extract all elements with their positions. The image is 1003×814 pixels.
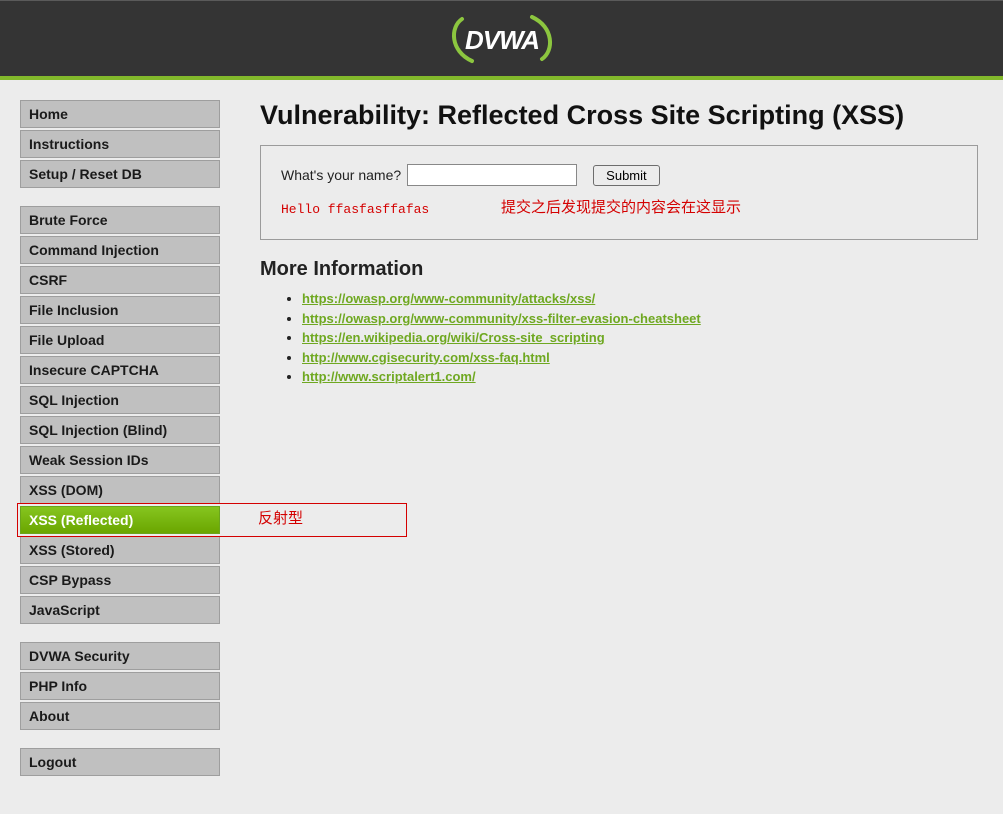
info-links: https://owasp.org/www-community/attacks/…: [260, 289, 978, 387]
sidebar-item-xss-dom[interactable]: XSS (DOM): [20, 476, 220, 504]
sidebar-item-sql-injection-blind[interactable]: SQL Injection (Blind): [20, 416, 220, 444]
sidebar-item-file-upload[interactable]: File Upload: [20, 326, 220, 354]
sidebar-item-brute-force[interactable]: Brute Force: [20, 206, 220, 234]
submit-button[interactable]: Submit: [593, 165, 659, 186]
name-prompt: What's your name?: [281, 167, 401, 183]
sidebar-item-sql-injection[interactable]: SQL Injection: [20, 386, 220, 414]
sidebar-item-php-info[interactable]: PHP Info: [20, 672, 220, 700]
name-input[interactable]: [407, 164, 577, 186]
sidebar-item-home[interactable]: Home: [20, 100, 220, 128]
info-link-item: http://www.scriptalert1.com/: [302, 367, 978, 387]
info-link-item: https://owasp.org/www-community/attacks/…: [302, 289, 978, 309]
sidebar-item-csp-bypass[interactable]: CSP Bypass: [20, 566, 220, 594]
main-content: Vulnerability: Reflected Cross Site Scri…: [260, 100, 1003, 387]
info-link[interactable]: https://owasp.org/www-community/attacks/…: [302, 291, 595, 306]
sidebar-item-setup-reset-db[interactable]: Setup / Reset DB: [20, 160, 220, 188]
info-link[interactable]: http://www.cgisecurity.com/xss-faq.html: [302, 350, 550, 365]
sidebar-item-dvwa-security[interactable]: DVWA Security: [20, 642, 220, 670]
info-link[interactable]: https://owasp.org/www-community/xss-filt…: [302, 311, 701, 326]
info-link-item: https://owasp.org/www-community/xss-filt…: [302, 309, 978, 329]
app-logo: DVWA: [442, 7, 562, 71]
sidebar-item-file-inclusion[interactable]: File Inclusion: [20, 296, 220, 324]
sidebar-item-javascript[interactable]: JavaScript: [20, 596, 220, 624]
sidebar-item-weak-session-ids[interactable]: Weak Session IDs: [20, 446, 220, 474]
sidebar-item-xss-stored[interactable]: XSS (Stored): [20, 536, 220, 564]
info-link[interactable]: https://en.wikipedia.org/wiki/Cross-site…: [302, 330, 605, 345]
sidebar-item-command-injection[interactable]: Command Injection: [20, 236, 220, 264]
vuln-form-box: What's your name? Submit Hello ffasfasff…: [260, 145, 978, 240]
annotation-note: 提交之后发现提交的内容会在这显示: [501, 196, 741, 217]
info-link-item: http://www.cgisecurity.com/xss-faq.html: [302, 348, 978, 368]
info-link[interactable]: http://www.scriptalert1.com/: [302, 369, 476, 384]
sidebar: HomeInstructionsSetup / Reset DB Brute Fo…: [20, 100, 220, 794]
more-info-heading: More Information: [260, 258, 978, 281]
logo-text: DVWA: [465, 25, 539, 55]
sidebar-item-csrf[interactable]: CSRF: [20, 266, 220, 294]
app-header: DVWA: [0, 0, 1003, 80]
info-link-item: https://en.wikipedia.org/wiki/Cross-site…: [302, 328, 978, 348]
page-title: Vulnerability: Reflected Cross Site Scri…: [260, 100, 978, 131]
sidebar-item-instructions[interactable]: Instructions: [20, 130, 220, 158]
sidebar-item-about[interactable]: About: [20, 702, 220, 730]
sidebar-item-logout[interactable]: Logout: [20, 748, 220, 776]
sidebar-item-xss-reflected[interactable]: XSS (Reflected): [20, 506, 220, 534]
sidebar-item-insecure-captcha[interactable]: Insecure CAPTCHA: [20, 356, 220, 384]
